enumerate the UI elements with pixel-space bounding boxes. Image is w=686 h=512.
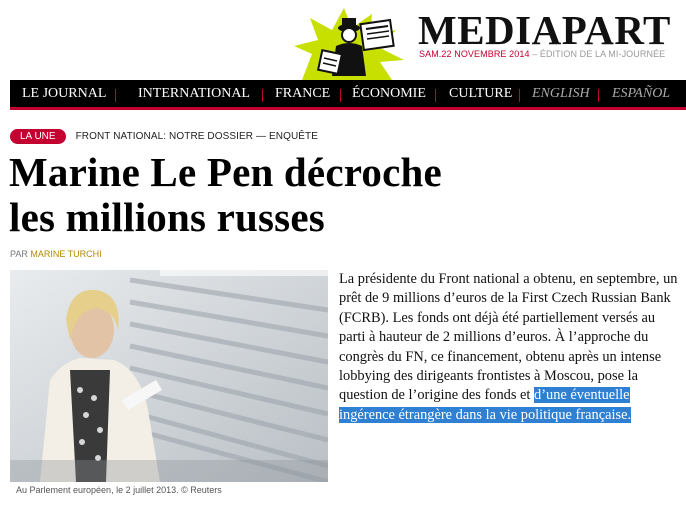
- nav-separator: [115, 89, 116, 102]
- lead-text: La présidente du Front national a obtenu…: [339, 271, 678, 404]
- nav-separator: [340, 89, 341, 102]
- byline: PAR MARINE TURCHI: [10, 249, 102, 259]
- site-name[interactable]: MEDIAPART: [418, 6, 671, 54]
- edition-name: – ÉDITION DE LA MI-JOURNÉE: [529, 49, 666, 59]
- article-title-line-2: les millions russes: [9, 194, 325, 240]
- photo-caption: Au Parlement européen, le 2 juillet 2013…: [16, 485, 222, 495]
- article-title[interactable]: Marine Le Pen décroche les millions russ…: [9, 150, 629, 240]
- nav-item-culture[interactable]: CULTURE: [449, 86, 512, 102]
- mediapart-logo-icon[interactable]: [292, 4, 416, 80]
- nav-item-economie[interactable]: ÉCONOMIE: [352, 86, 426, 102]
- article-lead: La présidente du Front national a obtenu…: [339, 270, 679, 425]
- photo-illustration: [10, 270, 328, 482]
- nav-item-english[interactable]: ENGLISH: [532, 86, 590, 102]
- nav-item-international[interactable]: INTERNATIONAL: [138, 86, 250, 102]
- nav-item-france[interactable]: FRANCE: [275, 86, 330, 102]
- masthead: MEDIAPART SAM.22 NOVEMBRE 2014 – ÉDITION…: [0, 0, 686, 80]
- dossier-link[interactable]: FRONT NATIONAL: NOTRE DOSSIER — ENQUÊTE: [76, 131, 318, 142]
- author-link[interactable]: MARINE TURCHI: [30, 249, 101, 259]
- edition-date: SAM.22 NOVEMBRE 2014: [419, 49, 530, 59]
- la-une-badge[interactable]: LA UNE: [10, 129, 66, 144]
- article-title-line-1: Marine Le Pen décroche: [9, 149, 442, 195]
- nav-item-le-journal[interactable]: LE JOURNAL: [22, 86, 106, 102]
- byline-prefix: PAR: [10, 249, 31, 259]
- nav-item-espanol[interactable]: ESPAÑOL: [612, 86, 670, 102]
- nav-separator: [519, 89, 520, 102]
- nav-separator: [435, 89, 436, 102]
- article-kicker: LA UNE FRONT NATIONAL: NOTRE DOSSIER — E…: [10, 129, 318, 144]
- main-nav: LE JOURNAL INTERNATIONAL FRANCE ÉCONOMIE…: [10, 80, 686, 110]
- nav-separator: [262, 89, 263, 102]
- nav-separator: [598, 89, 599, 102]
- article-photo[interactable]: [10, 270, 328, 482]
- edition-line: SAM.22 NOVEMBRE 2014 – ÉDITION DE LA MI-…: [419, 49, 665, 59]
